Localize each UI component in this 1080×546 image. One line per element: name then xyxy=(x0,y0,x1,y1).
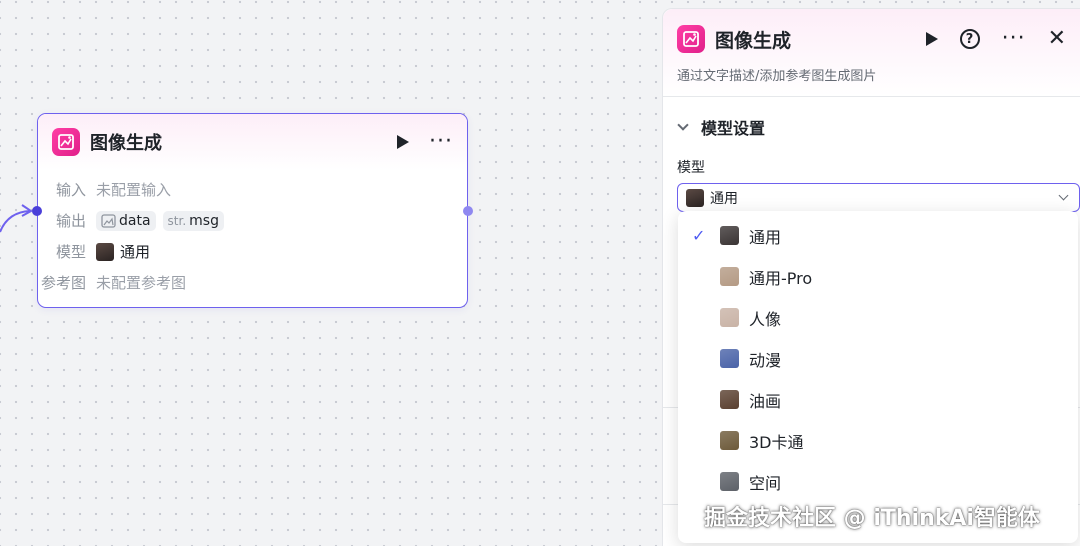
output-port[interactable] xyxy=(463,206,473,216)
node-row-input: 输入 未配置输入 xyxy=(38,174,467,205)
chevron-down-icon xyxy=(677,119,689,131)
output-tag-name: msg xyxy=(189,212,219,229)
node-header[interactable]: 图像生成 ··· xyxy=(38,114,467,170)
node-row-model: 模型 通用 xyxy=(38,236,467,267)
more-icon[interactable]: ··· xyxy=(1002,28,1026,50)
model-option-avatar xyxy=(720,349,739,368)
section-title: 模型设置 xyxy=(701,119,766,138)
node-more-icon[interactable]: ··· xyxy=(429,131,453,153)
model-option-avatar xyxy=(720,308,739,327)
input-port[interactable] xyxy=(32,206,42,216)
output-tag-name: data xyxy=(119,212,151,229)
model-option-label: 人像 xyxy=(749,309,782,329)
model-option-label: 动漫 xyxy=(749,350,782,370)
reference-value: 未配置参考图 xyxy=(96,274,187,292)
output-tag-msg: str. msg xyxy=(162,210,224,231)
output-label: 输出 xyxy=(55,212,86,230)
run-node-button[interactable] xyxy=(397,135,410,149)
model-option[interactable]: 通用-Pro xyxy=(678,256,1078,297)
model-select[interactable]: 通用 xyxy=(677,183,1080,212)
model-option-avatar xyxy=(720,390,739,409)
input-value: 未配置输入 xyxy=(96,181,172,199)
model-option-label: 通用-Pro xyxy=(749,268,813,288)
string-type-prefix: str. xyxy=(167,213,187,228)
selected-model-avatar xyxy=(686,188,704,207)
watermark: 掘金技术社区 @ iThinkAi智能体 xyxy=(704,506,1040,531)
model-option-label: 空间 xyxy=(749,473,782,493)
model-field-label: 模型 xyxy=(677,160,705,176)
model-option-avatar xyxy=(720,226,739,245)
reference-label: 参考图 xyxy=(40,274,86,292)
model-option-avatar xyxy=(720,431,739,450)
image-type-icon xyxy=(101,213,116,228)
input-label: 输入 xyxy=(55,181,86,199)
selected-model-text: 通用 xyxy=(710,190,738,207)
model-option[interactable]: 动漫 xyxy=(678,338,1078,379)
model-option[interactable]: 空间 xyxy=(678,461,1078,502)
model-settings-section[interactable]: 模型设置 xyxy=(677,115,1080,139)
image-generation-icon xyxy=(677,25,705,53)
node-row-output: 输出 data str. msg xyxy=(38,205,467,236)
model-option-label: 通用 xyxy=(749,227,782,247)
run-button[interactable] xyxy=(925,32,938,46)
model-option-avatar xyxy=(720,267,739,286)
model-option-label: 油画 xyxy=(749,391,782,411)
model-option[interactable]: ✓ 通用 xyxy=(678,215,1078,256)
image-generation-icon xyxy=(52,128,80,156)
node-row-reference: 参考图 未配置参考图 xyxy=(38,267,467,298)
panel-description: 通过文字描述/添加参考图生成图片 xyxy=(677,69,877,84)
close-icon[interactable]: ✕ xyxy=(1048,28,1066,50)
model-option[interactable]: 油画 xyxy=(678,379,1078,420)
model-option[interactable]: 人像 xyxy=(678,297,1078,338)
model-option-avatar xyxy=(720,472,739,491)
help-icon[interactable]: ? xyxy=(959,29,980,49)
image-generation-node[interactable]: 图像生成 ··· 输入 未配置输入 输出 data str. msg 模型 通用 xyxy=(32,113,473,308)
node-title: 图像生成 xyxy=(90,133,162,154)
model-value: 通用 xyxy=(120,243,151,261)
model-avatar xyxy=(96,242,114,261)
panel-header: 图像生成 ? ··· ✕ 通过文字描述/添加参考图生成图片 xyxy=(663,9,1080,97)
panel-title: 图像生成 xyxy=(715,29,792,52)
chevron-down-icon xyxy=(1058,190,1069,201)
model-label: 模型 xyxy=(55,243,86,261)
model-option-label: 3D卡通 xyxy=(749,432,804,452)
output-tag-data: data xyxy=(96,210,156,231)
incoming-edge xyxy=(0,204,33,233)
check-icon: ✓ xyxy=(692,226,706,245)
model-option[interactable]: 3D卡通 xyxy=(678,420,1078,461)
model-dropdown-menu: ✓ 通用通用-Pro 人像动漫油画 3D卡通空间 xyxy=(678,211,1078,543)
